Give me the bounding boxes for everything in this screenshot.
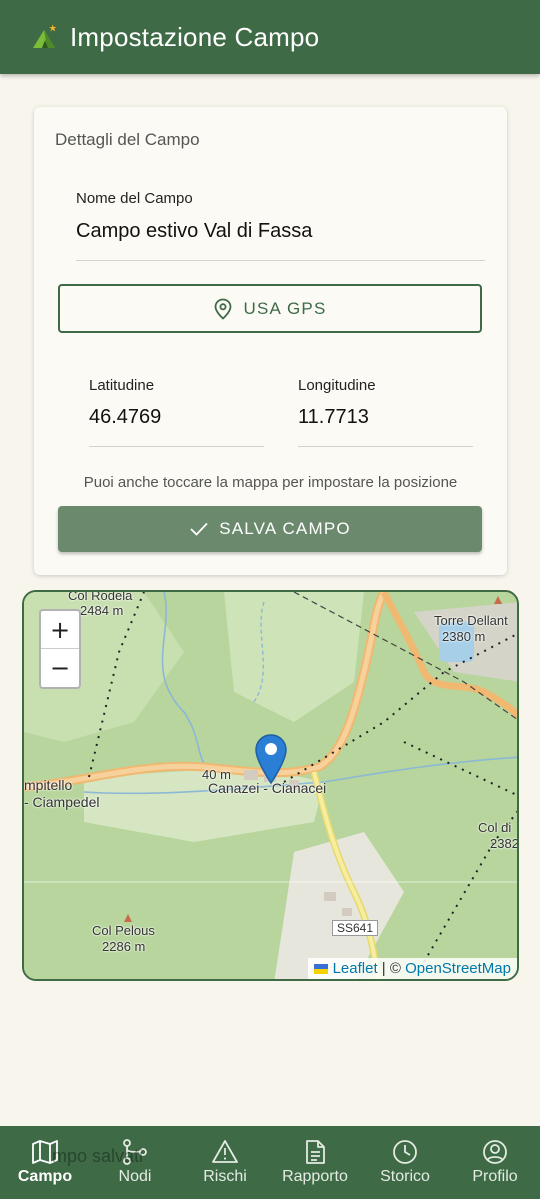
card-heading: Dettagli del Campo xyxy=(55,130,200,149)
zoom-control: + − xyxy=(39,609,81,689)
nav-item-profilo[interactable]: Profilo xyxy=(450,1126,540,1199)
profile-icon xyxy=(483,1140,507,1164)
saved-camps-ghost-text: mpo salvati xyxy=(52,1146,144,1166)
leaflet-link[interactable]: Leaflet xyxy=(333,960,378,977)
page-title: Impostazione Campo xyxy=(70,21,320,52)
osm-link[interactable]: OpenStreetMap xyxy=(405,960,511,977)
latitude-input[interactable]: 46.4769 xyxy=(89,406,161,429)
latitude-label: Latitudine xyxy=(89,377,155,394)
warning-icon xyxy=(212,1140,238,1163)
nav-label-storico: Storico xyxy=(380,1168,430,1185)
map-label-col-pelous: Col Pelous xyxy=(92,923,155,938)
document-icon xyxy=(306,1140,325,1164)
map-view[interactable]: Col Rodela 2484 m Torre Dellant 2380 m m… xyxy=(22,590,519,981)
map-marker-icon[interactable] xyxy=(254,733,288,785)
map-label-col-di: Col di xyxy=(478,820,512,835)
nav-label-rapporto: Rapporto xyxy=(282,1168,348,1185)
ukraine-flag-icon xyxy=(314,964,329,975)
map-road-shield: SS641 xyxy=(332,920,379,936)
clock-icon xyxy=(393,1140,417,1164)
camp-name-input[interactable]: Campo estivo Val di Fassa xyxy=(76,220,312,243)
map-label-col-rodela: Col Rodela xyxy=(68,590,133,603)
zoom-out-button[interactable]: − xyxy=(41,649,79,687)
attribution-separator: | © xyxy=(377,960,406,977)
nav-item-rischi[interactable]: Rischi xyxy=(180,1126,270,1199)
map-label-torre-alt: 2380 m xyxy=(442,629,486,644)
map-label-col-rodela-alt: 2484 m xyxy=(80,603,124,618)
longitude-label: Longitudine xyxy=(298,377,376,394)
camp-details-card: Dettagli del Campo Nome del Campo Campo … xyxy=(34,107,507,575)
nav-label-campo: Campo xyxy=(17,1168,73,1185)
camp-name-underline xyxy=(76,260,485,261)
map-attribution: Leaflet | © OpenStreetMap xyxy=(308,958,517,979)
camp-name-label: Nome del Campo xyxy=(76,190,193,207)
save-camp-label: SALVA CAMPO xyxy=(219,519,351,538)
longitude-input[interactable]: 11.7713 xyxy=(298,406,369,429)
latitude-underline xyxy=(89,446,264,447)
nav-label-rischi: Rischi xyxy=(203,1168,247,1185)
check-icon xyxy=(190,522,208,536)
nav-item-rapporto[interactable]: Rapporto xyxy=(270,1126,360,1199)
map-label-ciampedel: - Ciampedel xyxy=(24,794,100,810)
use-gps-label: USA GPS xyxy=(243,298,327,318)
nav-item-storico[interactable]: Storico xyxy=(360,1126,450,1199)
map-hint-text: Puoi anche toccare la mappa per impostar… xyxy=(83,474,458,491)
map-label-campitello: mpitello xyxy=(24,777,73,793)
tent-logo-icon xyxy=(33,24,57,48)
location-pin-icon xyxy=(215,298,232,320)
map-label-torre: Torre Dellant xyxy=(434,613,508,628)
map-label-col-pelous-alt: 2286 m xyxy=(102,939,146,954)
save-camp-button[interactable]: SALVA CAMPO xyxy=(58,506,482,552)
nav-label-profilo: Profilo xyxy=(472,1168,518,1185)
map-label-col-di-alt: 2382 xyxy=(490,836,519,851)
zoom-in-button[interactable]: + xyxy=(41,611,79,649)
longitude-underline xyxy=(298,446,473,447)
app-bar: Impostazione Campo xyxy=(0,0,540,74)
nav-label-nodi: Nodi xyxy=(118,1168,152,1185)
use-gps-button[interactable]: USA GPS xyxy=(58,284,482,333)
